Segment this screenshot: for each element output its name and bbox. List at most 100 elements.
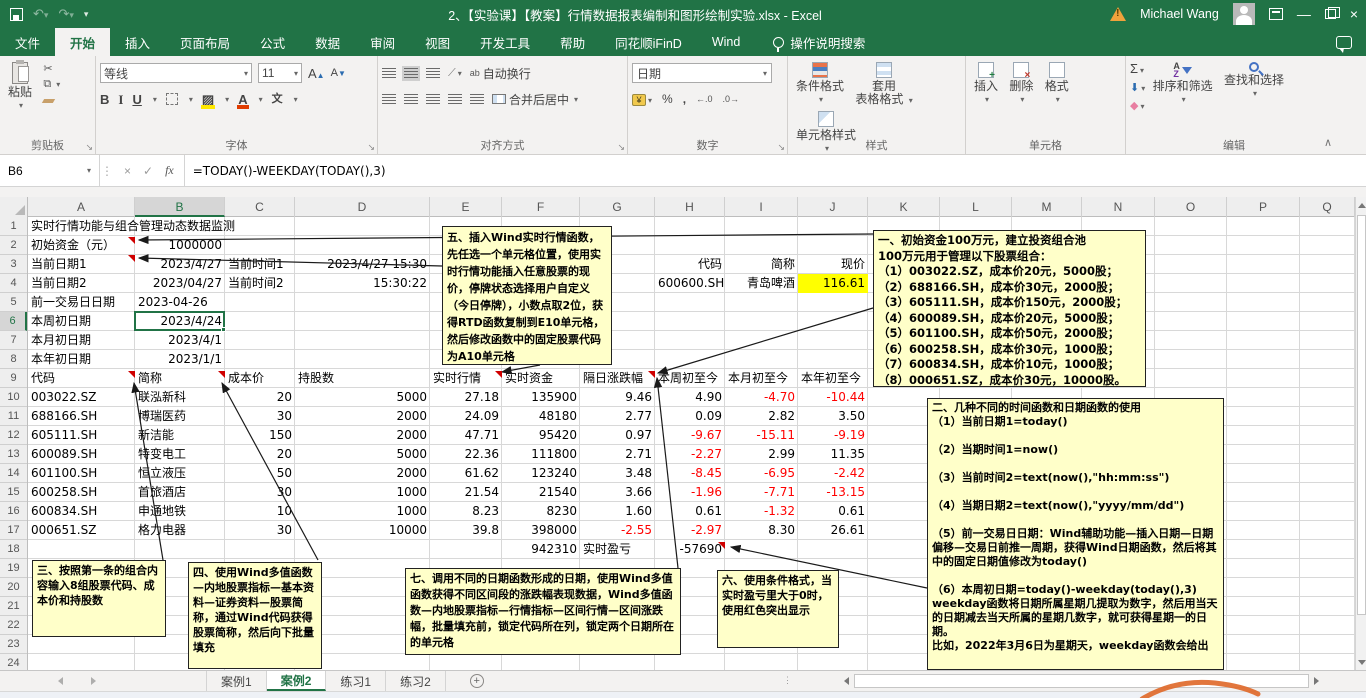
cell-D10[interactable]: 5000 <box>295 388 430 407</box>
scroll-right-icon[interactable] <box>1309 673 1324 688</box>
cell-H18[interactable]: -57690 <box>655 540 725 559</box>
cell-F15[interactable]: 21540 <box>502 483 580 502</box>
grow-font-button[interactable]: A▲ <box>308 66 325 81</box>
alignment-dialog-launcher-icon[interactable]: ↘ <box>617 142 625 153</box>
ribbon-tab-帮助[interactable]: 帮助 <box>545 28 600 56</box>
sheet-tab-练习2[interactable]: 练习2 <box>386 671 446 691</box>
cell-J16[interactable]: 0.61 <box>798 502 868 521</box>
row-header-23[interactable]: 23 <box>0 635 27 654</box>
column-header-O[interactable]: O <box>1155 197 1227 217</box>
increase-indent-icon[interactable] <box>470 94 484 105</box>
paste-button[interactable]: 粘贴 ▾ <box>4 60 36 112</box>
cell-C4[interactable]: 当前时间2 <box>225 274 295 293</box>
sort-filter-button[interactable]: AZ 排序和筛选 ▾ <box>1149 60 1217 106</box>
find-select-button[interactable]: 查找和选择 ▾ <box>1220 60 1288 100</box>
italic-button[interactable]: I <box>118 93 123 106</box>
ribbon-tab-视图[interactable]: 视图 <box>410 28 465 56</box>
customize-qat-icon[interactable]: ▾ <box>84 9 89 20</box>
cell-D16[interactable]: 1000 <box>295 502 430 521</box>
cell-A14[interactable]: 601100.SH <box>28 464 135 483</box>
row-header-14[interactable]: 14 <box>0 464 27 483</box>
decrease-indent-icon[interactable] <box>448 94 462 105</box>
row-header-16[interactable]: 16 <box>0 502 27 521</box>
new-sheet-button[interactable]: + <box>470 674 484 688</box>
cell-F11[interactable]: 48180 <box>502 407 580 426</box>
cell-F18[interactable]: 942310 <box>502 540 580 559</box>
row-header-18[interactable]: 18 <box>0 540 27 559</box>
cell-J14[interactable]: -2.42 <box>798 464 868 483</box>
cell-A11[interactable]: 688166.SH <box>28 407 135 426</box>
cell-B9[interactable]: 简称 <box>135 369 225 388</box>
cell-C3[interactable]: 当前时间1 <box>225 255 295 274</box>
cell-G12[interactable]: 0.97 <box>580 426 655 445</box>
selected-cell-outline[interactable] <box>134 311 225 331</box>
ribbon-tab-公式[interactable]: 公式 <box>245 28 300 56</box>
column-header-M[interactable]: M <box>1012 197 1082 217</box>
cell-J12[interactable]: -9.19 <box>798 426 868 445</box>
column-header-E[interactable]: E <box>430 197 502 217</box>
next-sheet-icon[interactable] <box>91 677 96 685</box>
cell-I13[interactable]: 2.99 <box>725 445 798 464</box>
cell-B16[interactable]: 申通地铁 <box>135 502 225 521</box>
cell-C10[interactable]: 20 <box>225 388 295 407</box>
column-header-I[interactable]: I <box>725 197 798 217</box>
row-header-3[interactable]: 3 <box>0 255 27 274</box>
cell-B10[interactable]: 联泓新科 <box>135 388 225 407</box>
row-header-17[interactable]: 17 <box>0 521 27 540</box>
font-dialog-launcher-icon[interactable]: ↘ <box>367 142 375 153</box>
row-header-4[interactable]: 4 <box>0 274 27 293</box>
format-as-table-button[interactable]: 套用表格格式 ▾ <box>851 60 916 109</box>
cell-B7[interactable]: 2023/4/1 <box>135 331 225 350</box>
cell-B3[interactable]: 2023/4/27 <box>135 255 225 274</box>
cell-A3[interactable]: 当前日期1 <box>28 255 135 274</box>
merge-center-button[interactable]: 合并后居中 ▾ <box>492 91 578 108</box>
cell-B15[interactable]: 首旅酒店 <box>135 483 225 502</box>
warning-icon[interactable] <box>1110 7 1126 21</box>
cell-B14[interactable]: 恒立液压 <box>135 464 225 483</box>
cell-J11[interactable]: 3.50 <box>798 407 868 426</box>
horizontal-scroll-thumb[interactable] <box>854 674 1309 688</box>
cell-D11[interactable]: 2000 <box>295 407 430 426</box>
column-header-A[interactable]: A <box>28 197 135 217</box>
cell-A16[interactable]: 600834.SH <box>28 502 135 521</box>
cell-A12[interactable]: 605111.SH <box>28 426 135 445</box>
cell-E13[interactable]: 22.36 <box>430 445 502 464</box>
row-header-20[interactable]: 20 <box>0 578 27 597</box>
row-header-10[interactable]: 10 <box>0 388 27 407</box>
horizontal-scrollbar[interactable]: ⋮ <box>783 672 1353 689</box>
cell-A7[interactable]: 本月初日期 <box>28 331 135 350</box>
cell-J10[interactable]: -10.44 <box>798 388 868 407</box>
fill-handle[interactable] <box>221 327 226 332</box>
cell-I4[interactable]: 青岛啤酒 <box>725 274 798 293</box>
cell-I16[interactable]: -1.32 <box>725 502 798 521</box>
font-name-select[interactable]: 等线▾ <box>100 63 252 83</box>
wrap-text-button[interactable]: ab 自动换行 <box>470 65 531 82</box>
align-top-icon[interactable] <box>382 68 396 79</box>
clear-button[interactable]: ◆▾ <box>1130 98 1145 112</box>
column-header-J[interactable]: J <box>798 197 868 217</box>
cell-I9[interactable]: 本月初至今 <box>725 369 798 388</box>
underline-button[interactable]: U <box>132 93 141 106</box>
scroll-left-icon[interactable] <box>839 673 854 688</box>
callout-box-五[interactable]: 五、插入Wind实时行情函数，先任选一个单元格位置，使用实时行情功能插入任意股票… <box>442 226 612 365</box>
cell-D17[interactable]: 10000 <box>295 521 430 540</box>
cell-A2[interactable]: 初始资金（元） <box>28 236 135 255</box>
cell-F9[interactable]: 实时资金 <box>502 369 580 388</box>
decrease-decimal-button[interactable]: .0→ <box>723 94 740 104</box>
cell-B13[interactable]: 特变电工 <box>135 445 225 464</box>
row-header-11[interactable]: 11 <box>0 407 27 426</box>
cell-B2[interactable]: 1000000 <box>135 236 225 255</box>
vertical-scrollbar[interactable] <box>1355 197 1366 670</box>
cell-I10[interactable]: -4.70 <box>725 388 798 407</box>
cell-C11[interactable]: 30 <box>225 407 295 426</box>
cell-G14[interactable]: 3.48 <box>580 464 655 483</box>
cell-J15[interactable]: -13.15 <box>798 483 868 502</box>
cell-J3[interactable]: 现价 <box>798 255 868 274</box>
cell-G15[interactable]: 3.66 <box>580 483 655 502</box>
row-header-19[interactable]: 19 <box>0 559 27 578</box>
cell-D14[interactable]: 2000 <box>295 464 430 483</box>
column-header-N[interactable]: N <box>1082 197 1155 217</box>
cell-H14[interactable]: -8.45 <box>655 464 725 483</box>
ribbon-tab-同花顺iFinD[interactable]: 同花顺iFinD <box>600 28 697 56</box>
shrink-font-button[interactable]: A▼ <box>331 67 346 79</box>
